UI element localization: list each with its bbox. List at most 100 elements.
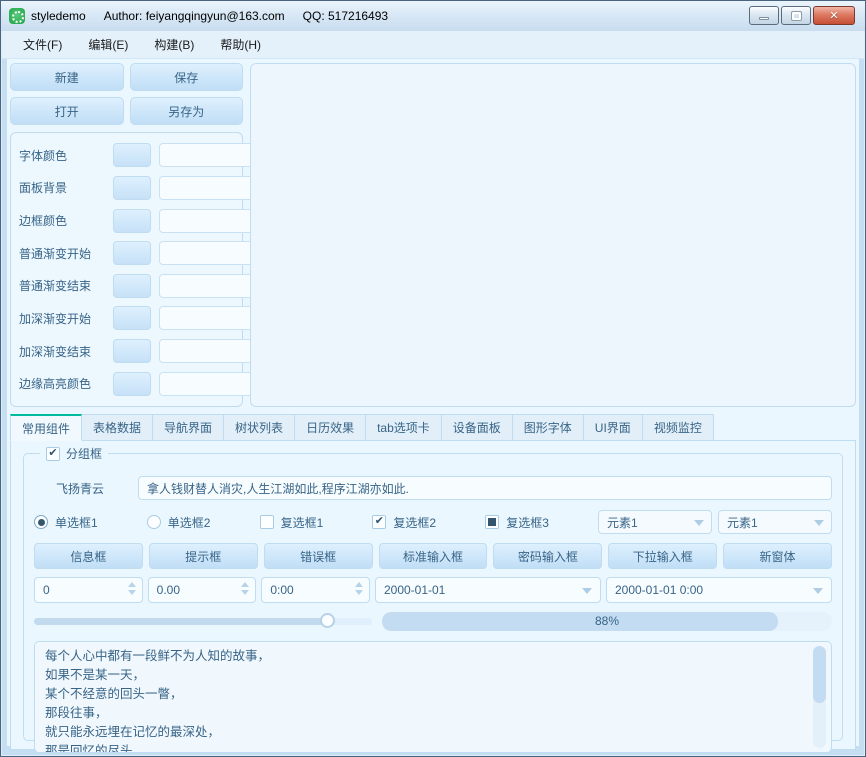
horizontal-slider[interactable] xyxy=(34,613,372,629)
radio-unchecked-icon xyxy=(147,515,161,529)
time-edit-value: 0:00 xyxy=(270,583,293,597)
maximize-icon xyxy=(792,12,801,20)
new-window-button[interactable]: 新窗体 xyxy=(723,543,832,569)
radio-2-label: 单选框2 xyxy=(168,514,211,531)
vertical-scrollbar[interactable] xyxy=(813,646,826,748)
tab-ui-design[interactable]: UI界面 xyxy=(584,414,643,441)
checkbox-2[interactable]: 复选框2 xyxy=(372,514,479,531)
radio-2[interactable]: 单选框2 xyxy=(147,514,254,531)
color-swatch-button[interactable] xyxy=(113,209,151,233)
color-swatch-button[interactable] xyxy=(113,339,151,363)
combo-1-value: 元素1 xyxy=(607,514,638,531)
spin-down-icon[interactable] xyxy=(241,590,249,595)
tab-nav-ui[interactable]: 导航界面 xyxy=(153,414,224,441)
menu-build[interactable]: 构建(B) xyxy=(141,32,207,57)
text-line: 某个不经意的回头一瞥， xyxy=(45,685,805,704)
combo-box-2[interactable]: 元素1 xyxy=(718,510,832,534)
close-icon: ✕ xyxy=(829,9,838,22)
color-swatch-button[interactable] xyxy=(113,241,151,265)
color-row-label: 普通渐变开始 xyxy=(19,245,105,262)
group-box: 分组框 飞扬青云 单选框1 xyxy=(23,453,843,741)
tab-video-monitor[interactable]: 视频监控 xyxy=(643,414,714,441)
datetime-edit[interactable]: 2000-01-01 0:00 xyxy=(606,577,832,603)
combo-box-1[interactable]: 元素1 xyxy=(598,510,712,534)
int-spinbox[interactable]: 0 xyxy=(34,577,143,603)
color-swatch-button[interactable] xyxy=(113,176,151,200)
error-box-button[interactable]: 错误框 xyxy=(264,543,373,569)
color-row-label: 加深渐变开始 xyxy=(19,310,105,327)
minimize-button[interactable] xyxy=(749,6,779,25)
slider-fill xyxy=(34,618,328,625)
tab-tab-pages[interactable]: tab选项卡 xyxy=(366,414,442,441)
color-row-font: 字体颜色 xyxy=(19,142,234,168)
app-name: styledemo xyxy=(31,9,86,23)
color-swatch-button[interactable] xyxy=(113,306,151,330)
info-box-button[interactable]: 信息框 xyxy=(34,543,143,569)
tab-bar: 常用组件 表格数据 导航界面 树状列表 日历效果 tab选项卡 设备面板 图形字… xyxy=(10,414,856,441)
app-logo-icon xyxy=(9,8,25,24)
double-spinbox[interactable]: 0.00 xyxy=(148,577,257,603)
menu-file[interactable]: 文件(F) xyxy=(10,32,75,57)
spin-down-icon[interactable] xyxy=(128,590,136,595)
password-input-button[interactable]: 密码输入框 xyxy=(493,543,602,569)
checkbox-3[interactable]: 复选框3 xyxy=(485,514,592,531)
tab-calendar[interactable]: 日历效果 xyxy=(295,414,366,441)
tab-table-data[interactable]: 表格数据 xyxy=(82,414,153,441)
top-section: 新建 保存 打开 另存为 字体颜色 面板背景 xyxy=(9,63,857,407)
color-row-label: 边框颜色 xyxy=(19,212,105,229)
radio-1-label: 单选框1 xyxy=(55,514,98,531)
chevron-down-icon xyxy=(813,588,823,594)
name-label: 飞扬青云 xyxy=(34,480,138,497)
dialog-buttons-row: 信息框 提示框 错误框 标准输入框 密码输入框 下拉输入框 新窗体 xyxy=(34,543,832,569)
color-settings-panel: 字体颜色 面板背景 边框颜色 普通渐变开 xyxy=(10,132,243,407)
tab-device-panel[interactable]: 设备面板 xyxy=(442,414,513,441)
spinner-arrows xyxy=(355,582,363,595)
checkbox-1-label: 复选框1 xyxy=(281,514,324,531)
name-row: 飞扬青云 xyxy=(34,476,832,500)
date-edit[interactable]: 2000-01-01 xyxy=(375,577,601,603)
title-bar[interactable]: styledemo Author: feiyangqingyun@163.com… xyxy=(1,1,865,31)
save-button[interactable]: 保存 xyxy=(130,63,244,91)
menu-help[interactable]: 帮助(H) xyxy=(207,32,274,57)
spin-down-icon[interactable] xyxy=(355,590,363,595)
text-line: 那是回忆的尽头。 xyxy=(45,742,805,753)
tab-page-common-widgets: 分组框 飞扬青云 单选框1 xyxy=(10,440,856,750)
time-edit[interactable]: 0:00 xyxy=(261,577,370,603)
checkbox-checked-icon xyxy=(372,515,386,529)
spinner-arrows xyxy=(128,582,136,595)
checkbox-3-label: 复选框3 xyxy=(506,514,549,531)
scrollbar-thumb[interactable] xyxy=(813,646,826,703)
color-row-dark-gradient-start: 加深渐变开始 xyxy=(19,305,234,331)
story-textedit[interactable]: 每个人心中都有一段鲜不为人知的故事， 如果不是某一天， 某个不经意的回头一瞥， … xyxy=(34,641,832,753)
checkbox-1[interactable]: 复选框1 xyxy=(260,514,367,531)
color-row-normal-gradient-start: 普通渐变开始 xyxy=(19,240,234,266)
spin-up-icon[interactable] xyxy=(128,582,136,587)
color-swatch-button[interactable] xyxy=(113,274,151,298)
color-row-dark-gradient-end: 加深渐变结束 xyxy=(19,338,234,364)
progress-bar: 88% xyxy=(382,612,832,631)
tab-common-widgets[interactable]: 常用组件 xyxy=(10,414,82,441)
tab-icon-font[interactable]: 图形字体 xyxy=(513,414,584,441)
group-box-checkbox[interactable] xyxy=(46,447,60,461)
color-swatch-button[interactable] xyxy=(113,143,151,167)
tab-tree-list[interactable]: 树状列表 xyxy=(224,414,295,441)
motto-input[interactable] xyxy=(138,476,832,500)
open-button[interactable]: 打开 xyxy=(10,97,124,125)
color-row-label: 普通渐变结束 xyxy=(19,277,105,294)
spin-up-icon[interactable] xyxy=(241,582,249,587)
slider-thumb[interactable] xyxy=(320,613,335,628)
color-row-label: 边缘高亮颜色 xyxy=(19,375,105,392)
spinner-arrows xyxy=(241,582,249,595)
save-as-button[interactable]: 另存为 xyxy=(130,97,244,125)
tip-box-button[interactable]: 提示框 xyxy=(149,543,258,569)
spin-up-icon[interactable] xyxy=(355,582,363,587)
dropdown-input-button[interactable]: 下拉输入框 xyxy=(608,543,717,569)
close-button[interactable]: ✕ xyxy=(813,6,855,25)
maximize-button[interactable] xyxy=(781,6,811,25)
combo-2-value: 元素1 xyxy=(727,514,758,531)
standard-input-button[interactable]: 标准输入框 xyxy=(379,543,488,569)
new-button[interactable]: 新建 xyxy=(10,63,124,91)
color-swatch-button[interactable] xyxy=(113,372,151,396)
radio-1[interactable]: 单选框1 xyxy=(34,514,141,531)
menu-edit[interactable]: 编辑(E) xyxy=(75,32,141,57)
